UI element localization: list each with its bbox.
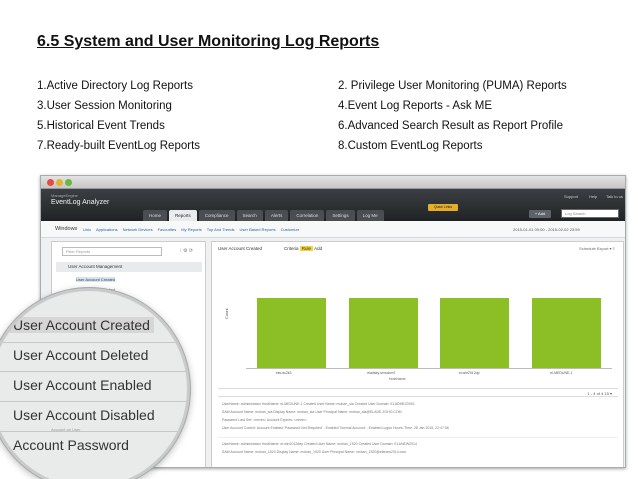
criteria-label: Criteria [284, 246, 299, 251]
chart-x-tick-label: eladsky-srvsdom7 [367, 371, 396, 375]
report-panel: User Account Created Criteria Rule Add S… [211, 241, 624, 467]
record-line: UserName: administrator HostName: el-MED… [222, 402, 415, 406]
report-category-nav: Windows Unix Applications Network Device… [41, 221, 625, 238]
help-link[interactable]: Help [589, 194, 597, 199]
tab-search[interactable]: Search [236, 210, 263, 221]
sidebar-tools-icon[interactable]: ⁝ ⚙ ⟳ [180, 248, 193, 254]
record-line: UserName: administrator HostName: el-win… [222, 442, 417, 446]
record-line: SAM Account Name: mohan_sia Display Name… [222, 410, 402, 414]
list-item: 5.Historical Event Trends [37, 120, 165, 132]
record-line: User Account Control: Account Enabled 'P… [222, 426, 449, 430]
product-logo: EventLog Analyzer [51, 199, 110, 206]
filter-reports-input[interactable]: Filter Reports [62, 247, 162, 256]
support-link[interactable]: Support [564, 194, 578, 199]
chart-x-axis-label: HostName [389, 377, 406, 381]
subnav-link[interactable]: Network Devices [123, 227, 153, 232]
list-item: 3.User Session Monitoring [37, 100, 172, 112]
subnav-link[interactable]: Unix [83, 227, 91, 232]
divider [0, 342, 187, 343]
subnav-link[interactable]: User Based Reports [240, 227, 276, 232]
sidebar-group-user-account-management[interactable]: User Account Management [56, 262, 202, 272]
magnified-item: User Account Disabled [13, 407, 155, 423]
subnav-windows[interactable]: Windows [55, 226, 77, 232]
chart-x-tick-label: elw-dc2k3 [275, 371, 292, 375]
subnav-link[interactable]: Customize [281, 227, 300, 232]
report-toolbar[interactable]: Schedule Export ▾ ≡ [579, 246, 615, 251]
window-titlebar [41, 176, 625, 189]
main-nav-tabs: Home Reports Compliance Search Alerts Co… [143, 210, 386, 221]
tab-log-me[interactable]: Log Me [356, 210, 384, 221]
subnav-link[interactable]: Favourites [158, 227, 177, 232]
list-item: 7.Ready-built EventLog Reports [37, 140, 201, 152]
talk-link[interactable]: Talk to us [606, 194, 623, 199]
criteria-badge[interactable]: Rule [299, 246, 314, 251]
date-range-picker[interactable]: 2015-01-01 00:00 - 2015-02-02 23:59 [513, 227, 580, 232]
slide-title: 6.5 System and User Monitoring Log Repor… [37, 33, 380, 50]
vendor-logo: ManageEngine [51, 193, 78, 198]
log-record: UserName: administrator HostName: el-MED… [218, 400, 618, 438]
subnav-link[interactable]: My Reports [181, 227, 201, 232]
divider [0, 401, 187, 402]
tab-compliance[interactable]: Compliance [198, 210, 235, 221]
tab-home[interactable]: Home [143, 210, 168, 221]
chart-bar[interactable] [257, 298, 327, 368]
maximize-window-icon[interactable] [65, 179, 72, 186]
tab-correlation[interactable]: Correlation [290, 210, 325, 221]
list-item: 1.Active Directory Log Reports [37, 80, 193, 92]
pagination-bar: 1 - 4 of 4 15 ▾ [218, 388, 618, 397]
chart-x-tick-label: el-MEDUNE-1 [550, 371, 573, 375]
close-window-icon[interactable] [47, 179, 54, 186]
subnav-link[interactable]: Top And Trends [207, 227, 235, 232]
criteria-add[interactable]: Add [314, 246, 322, 251]
minimize-window-icon[interactable] [56, 179, 63, 186]
list-item: 6.Advanced Search Result as Report Profi… [338, 120, 564, 132]
chart-bar[interactable] [348, 298, 418, 368]
subnav-link[interactable]: Applications [96, 227, 118, 232]
chart-bar[interactable] [440, 298, 510, 368]
list-item: 4.Event Log Reports - Ask ME [338, 100, 493, 112]
divider [0, 431, 187, 432]
divider [0, 371, 187, 372]
bar-chart: Count HostName elw-dc2k3 eladsky-srvsdom7… [224, 264, 614, 382]
tab-alerts[interactable]: Alerts [264, 210, 289, 221]
pagination-control[interactable]: 1 - 4 of 4 15 ▾ [588, 391, 612, 396]
magnified-item: User Account Created [9, 317, 154, 333]
chart-x-axis [246, 368, 612, 369]
magnified-item: User Account Enabled [13, 377, 152, 393]
magnified-item: User Account Deleted [13, 347, 149, 363]
tab-settings[interactable]: Settings [326, 210, 355, 221]
list-item: 8.Custom EventLog Reports [338, 140, 483, 152]
add-button[interactable]: + Add [529, 210, 551, 218]
quick-links-button[interactable]: Quick Links [428, 204, 458, 211]
chart-y-axis-label: Count [224, 308, 229, 319]
log-record: UserName: administrator HostName: el-win… [218, 440, 618, 467]
log-search-input[interactable]: Log Search [561, 209, 619, 218]
criteria-filter[interactable]: Criteria Rule Add [284, 246, 322, 251]
chart-bar[interactable] [531, 298, 601, 368]
chart-x-tick-label: el-win2012dp [458, 371, 480, 375]
magnified-blur-text: Account on User [51, 427, 81, 432]
magnified-item: Account Password [13, 437, 129, 453]
tab-reports[interactable]: Reports [169, 210, 197, 221]
record-line: SAM Account Name: mohan_1520 Display Nam… [222, 450, 407, 454]
list-item: 2. Privilege User Monitoring (PUMA) Repo… [338, 80, 567, 92]
report-title: User Account Created [218, 246, 263, 251]
sidebar-item-user-account-created[interactable]: User Account Created [76, 277, 116, 282]
record-line: Password Last Set: <never> Account Expir… [222, 418, 307, 422]
